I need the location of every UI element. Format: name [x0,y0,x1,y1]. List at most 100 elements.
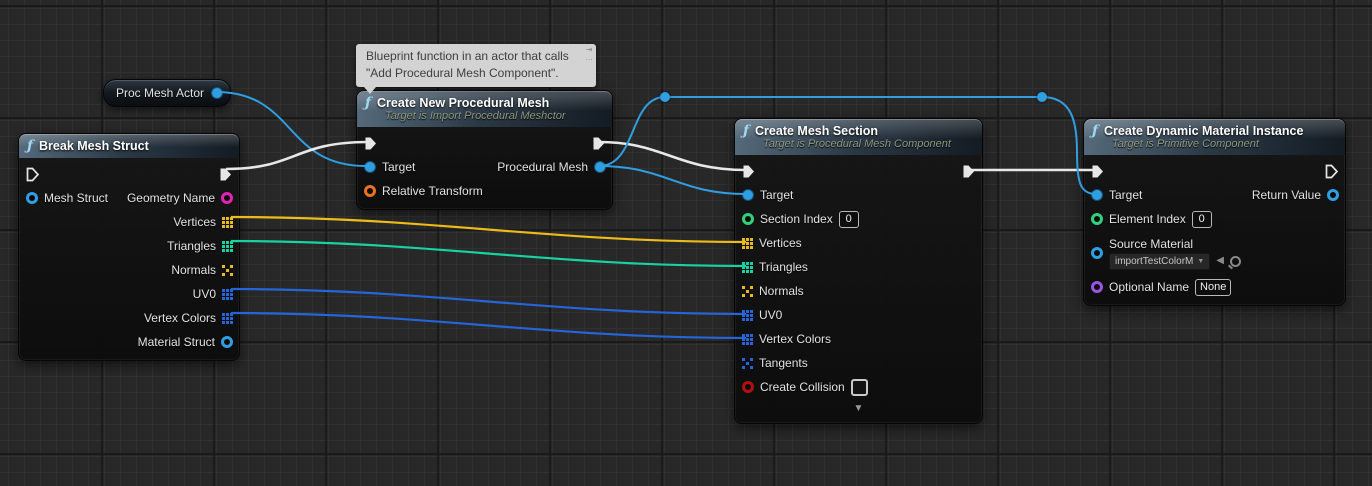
triangles-array-pin[interactable] [742,262,753,273]
vertex-colors-array-pin[interactable] [742,334,753,345]
optional-name-pin[interactable] [1091,281,1103,293]
use-asset-arrow-icon[interactable]: ◀ [1216,256,1224,266]
pin-label: Relative Transform [382,184,483,198]
dropdown-caret-icon: ▼ [1197,258,1204,265]
source-material-dropdown[interactable]: importTestColorM ▼ [1109,253,1210,270]
pin-label: Optional Name [1109,280,1189,294]
pin-label: Section Index [760,212,833,226]
node-proc-mesh-actor[interactable]: Proc Mesh Actor [103,79,231,107]
triangles-array-pin[interactable] [222,241,233,252]
procedural-mesh-pin[interactable] [594,161,606,173]
node-break-mesh-struct[interactable]: ƒ Break Mesh Struct Mesh Struct Geometry… [18,133,240,361]
wire-vertices [231,217,746,242]
create-collision-pin[interactable] [742,381,754,393]
node-create-new-procedural-mesh[interactable]: ƒ Create New Procedural Mesh Target is I… [356,90,613,210]
object-output-pin[interactable] [211,87,223,99]
wire-exec-cnpm-to-cms [599,142,746,170]
comment-bubble: Blueprint function in an actor that call… [356,44,596,87]
bubble-more-icon[interactable]: … [585,54,593,62]
reroute-node-left[interactable] [660,92,670,102]
browse-asset-magnifier-icon[interactable] [1230,256,1241,267]
pin-label: Vertex Colors [144,311,216,325]
mesh-struct-pin[interactable] [26,192,38,204]
vertices-array-pin[interactable] [222,217,233,228]
wire-vertex-colors [231,313,746,338]
exec-out-pin[interactable] [1325,164,1339,179]
vertex-colors-array-pin[interactable] [222,313,233,324]
pin-label: Procedural Mesh [497,160,588,174]
pin-label: Target [382,160,415,174]
source-material-pin[interactable] [1091,247,1103,259]
collapse-arrow-icon[interactable]: ▼ [854,403,864,414]
return-value-pin[interactable] [1327,189,1339,201]
normals-array-pin[interactable] [222,265,233,276]
element-index-pin[interactable] [1091,213,1103,225]
pin-label: Source Material [1109,237,1241,251]
exec-out-pin[interactable] [592,136,606,151]
pin-label: Material Struct [138,335,215,349]
comment-line-2: "Add Procedural Mesh Component". [366,65,576,82]
pin-label: Normals [171,263,216,277]
pin-label: Vertices [173,215,216,229]
optional-name-value[interactable]: None [1195,279,1231,296]
pin-label: Create Collision [760,380,845,394]
pin-label: Vertices [759,236,802,250]
target-pin[interactable] [364,161,376,173]
wire-uv0 [231,289,746,314]
node-title: Break Mesh Struct [39,139,149,153]
pin-label: Vertex Colors [759,332,831,346]
node-create-dynamic-material-instance[interactable]: ƒ Create Dynamic Material Instance Targe… [1083,118,1346,306]
reroute-node-right[interactable] [1037,92,1047,102]
pin-label: Return Value [1252,188,1321,202]
exec-out-pin[interactable] [962,164,976,179]
pin-label: UV0 [193,287,216,301]
exec-in-pin[interactable] [26,167,40,182]
geometry-name-pin[interactable] [221,192,233,204]
pin-label: Mesh Struct [44,191,108,205]
pin-label: Triangles [759,260,808,274]
element-index-value[interactable]: 0 [1192,211,1212,228]
exec-in-pin[interactable] [364,136,378,151]
section-index-pin[interactable] [742,213,754,225]
pin-label: Element Index [1109,212,1186,226]
pin-label: UV0 [759,308,782,322]
pin-label: Target [760,188,793,202]
exec-in-pin[interactable] [1091,164,1105,179]
comment-line-1: Blueprint function in an actor that call… [366,48,576,65]
normals-array-pin[interactable] [742,286,753,297]
source-material-value: importTestColorM [1115,256,1193,267]
node-create-mesh-section[interactable]: ƒ Create Mesh Section Target is Procedur… [734,118,983,424]
exec-out-pin[interactable] [219,167,233,182]
node-subtitle: Target is Primitive Component [1112,138,1337,150]
node-title: Create Dynamic Material Instance [1104,124,1303,138]
function-icon: ƒ [1092,125,1098,137]
comment-bubble-tail [364,87,376,94]
wire-triangles [231,241,746,266]
node-title: Create Mesh Section [755,124,878,138]
pin-label: Triangles [167,239,216,253]
pin-label: Normals [759,284,804,298]
create-collision-checkbox[interactable] [851,379,868,396]
node-title: Create New Procedural Mesh [377,96,549,110]
material-struct-pin[interactable] [221,336,233,348]
pin-label: Target [1109,188,1142,202]
pin-label: Geometry Name [127,191,215,205]
wire-exec-break-to-cnpm [226,142,368,169]
tangents-array-pin[interactable] [742,358,753,369]
function-icon: ƒ [365,97,371,109]
wire-procmesh-to-cms-target [599,166,746,194]
pin-label: Tangents [759,356,808,370]
function-icon: ƒ [27,140,33,152]
section-index-value[interactable]: 0 [839,211,859,228]
function-icon: ƒ [743,125,749,137]
target-pin[interactable] [742,189,754,201]
vertices-array-pin[interactable] [742,238,753,249]
target-pin[interactable] [1091,189,1103,201]
uv0-array-pin[interactable] [742,310,753,321]
variable-get-label: Proc Mesh Actor [116,86,204,100]
node-subtitle: Target is Procedural Mesh Component [763,138,974,150]
exec-in-pin[interactable] [742,164,756,179]
node-subtitle: Target is Import Procedural Meshctor [385,110,604,122]
relative-transform-pin[interactable] [364,185,376,197]
uv0-array-pin[interactable] [222,289,233,300]
